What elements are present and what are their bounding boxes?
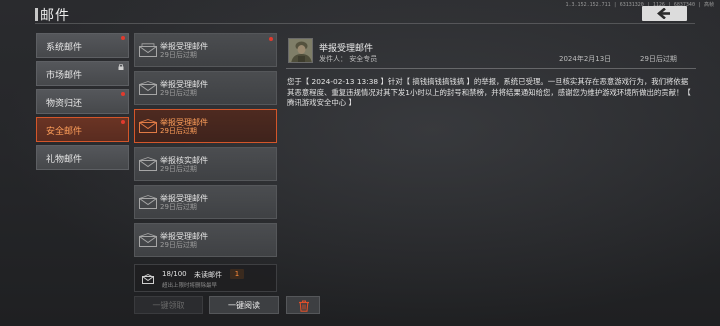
detail-expire: 29日后过期: [640, 55, 677, 63]
category-label: 礼物邮件: [46, 155, 83, 165]
chevron-left-icon: [657, 8, 670, 19]
mail-expire: 29日后过期: [160, 127, 197, 135]
detail-body: 您于【 2024-02-13 13:38 】针对【 搞钱搞钱搞钱搞 】的举报，系…: [287, 77, 691, 107]
envelope-open-icon: [139, 81, 157, 95]
unread-dot: [121, 92, 125, 96]
sender-avatar: [288, 38, 313, 63]
mail-list-item[interactable]: 举报受理邮件 29日后过期: [134, 185, 277, 219]
unread-dot: [121, 36, 125, 40]
category-label: 市场邮件: [46, 71, 83, 81]
unread-count-badge: 1: [230, 269, 244, 279]
mail-expire: 29日后过期: [160, 51, 197, 59]
category-market-mail[interactable]: 市场邮件: [36, 61, 129, 86]
lock-icon: [118, 64, 124, 70]
category-system-mail[interactable]: 系统邮件: [36, 33, 129, 58]
envelope-open-icon: [139, 157, 157, 171]
mailbox-status: 18/100 未读邮件 1 超出上限时将删除最早: [134, 264, 277, 292]
envelope-open-icon: [139, 195, 157, 209]
detail-date: 2024年2月13日: [559, 55, 612, 63]
envelope-open-icon: [139, 119, 157, 133]
unread-dot: [121, 120, 125, 124]
mail-list-item[interactable]: 举报核实邮件 29日后过期: [134, 147, 277, 181]
category-security-mail[interactable]: 安全邮件: [36, 117, 129, 142]
mail-expire: 29日后过期: [160, 89, 197, 97]
read-all-button[interactable]: 一键阅读: [209, 296, 279, 314]
mail-list-item[interactable]: 举报受理邮件 29日后过期: [134, 71, 277, 105]
trash-icon: [299, 300, 309, 312]
header-divider: [35, 23, 695, 24]
category-label: 系统邮件: [46, 43, 83, 53]
mail-list-item-selected[interactable]: 举报受理邮件 29日后过期: [134, 109, 277, 143]
category-label: 物资归还: [46, 99, 83, 109]
back-button[interactable]: [642, 6, 687, 21]
mail-detail-panel: 举报受理邮件 发件人： 安全专员 2024年2月13日 29日后过期 您于【 2…: [283, 33, 696, 296]
title-accent-bar: [35, 8, 38, 21]
mail-list-item[interactable]: 举报受理邮件 29日后过期: [134, 33, 277, 67]
mail-expire: 29日后过期: [160, 203, 197, 211]
detail-title: 举报受理邮件: [319, 44, 374, 54]
envelope-icon: [139, 43, 157, 57]
mail-expire: 29日后过期: [160, 165, 197, 173]
unread-label: 未读邮件: [194, 271, 222, 279]
unread-dot: [269, 37, 273, 41]
mailbox-icon: [142, 274, 154, 284]
page-title: 邮件: [40, 8, 70, 24]
delete-button[interactable]: [286, 296, 320, 314]
detail-sender: 发件人： 安全专员: [319, 55, 378, 63]
category-gift-mail[interactable]: 礼物邮件: [36, 145, 129, 170]
claim-all-button[interactable]: 一键领取: [134, 296, 203, 314]
category-supply-return[interactable]: 物资归还: [36, 89, 129, 114]
mail-list-item[interactable]: 举报受理邮件 29日后过期: [134, 223, 277, 257]
mailbox-count: 18/100: [162, 270, 187, 278]
detail-divider: [286, 68, 696, 69]
mail-expire: 29日后过期: [160, 241, 197, 249]
version-info: 1.3.152.152.711 | 63131320 | 1126 | 6837…: [565, 2, 714, 8]
category-label: 安全邮件: [46, 127, 83, 137]
mailbox-limit-note: 超出上限时将删除最早: [162, 283, 218, 289]
envelope-open-icon: [139, 233, 157, 247]
